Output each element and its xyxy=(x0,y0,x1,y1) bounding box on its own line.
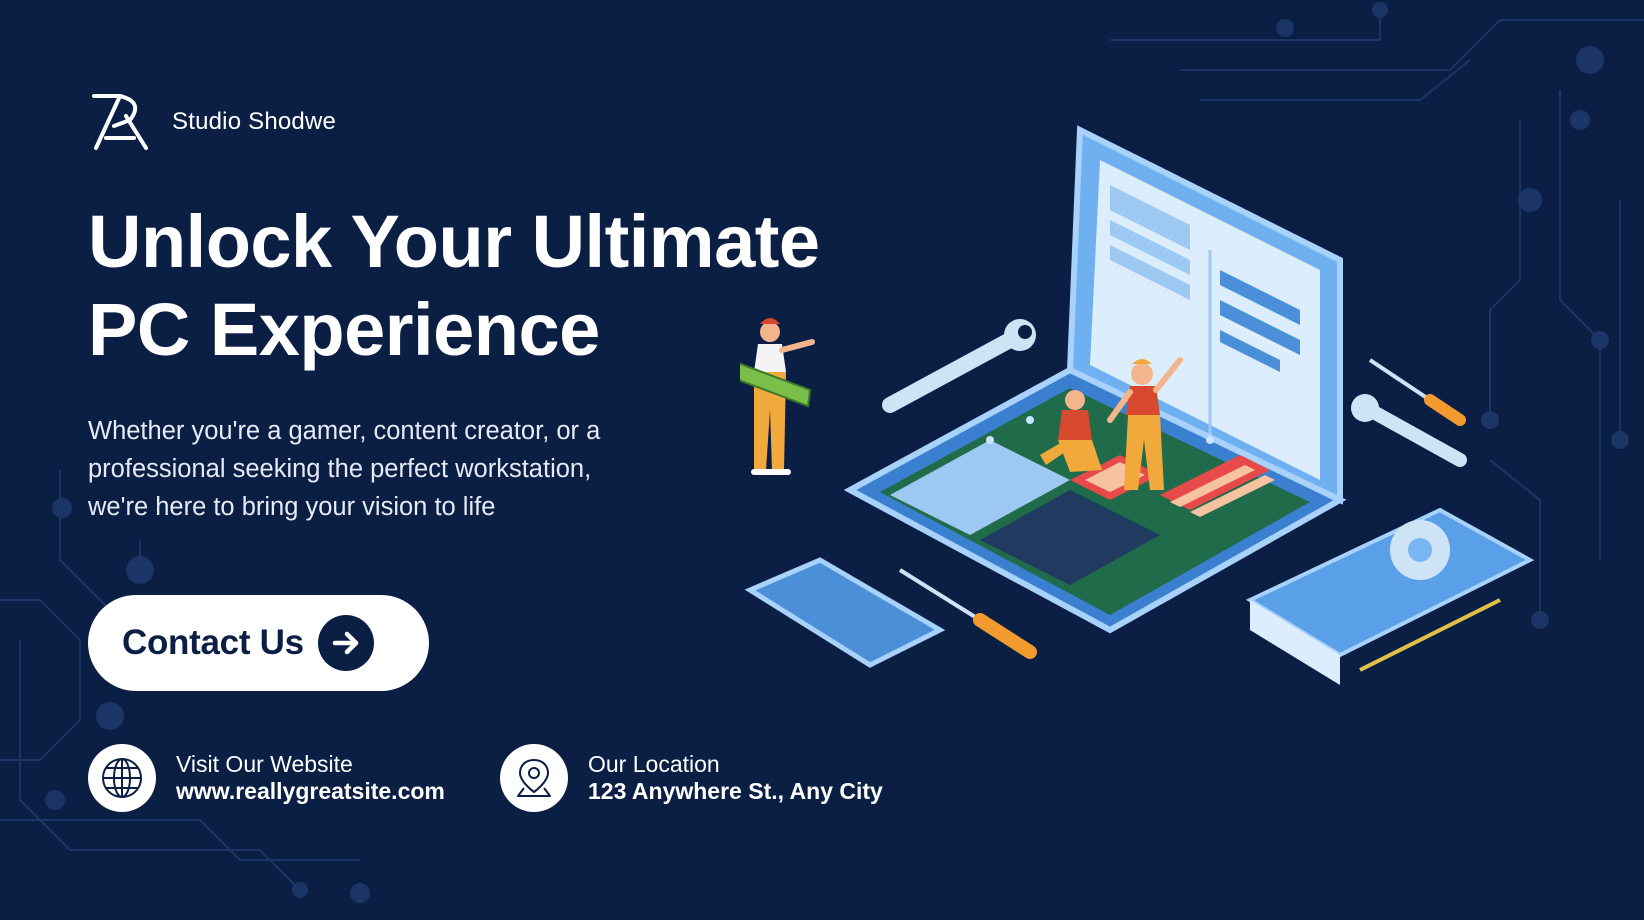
location-pin-icon xyxy=(500,744,568,812)
globe-icon xyxy=(88,744,156,812)
location-info[interactable]: Our Location 123 Anywhere St., Any City xyxy=(500,744,883,812)
location-address: 123 Anywhere St., Any City xyxy=(588,778,883,804)
pc-repair-illustration xyxy=(740,125,1535,685)
brand-name: Studio Shodwe xyxy=(172,108,337,135)
arrow-right-icon xyxy=(317,615,374,671)
brand[interactable]: Studio Shodwe xyxy=(90,92,336,152)
description-line-2: professional seeking the perfect worksta… xyxy=(88,455,592,483)
location-text: Our Location 123 Anywhere St., Any City xyxy=(588,751,883,805)
website-text: Visit Our Website www.reallygreatsite.co… xyxy=(176,751,445,805)
graphics-card-icon xyxy=(1245,507,1535,685)
contact-us-label: Contact Us xyxy=(122,623,304,662)
worker-holding-board xyxy=(740,318,815,475)
description-line-3: we're here to bring your vision to life xyxy=(88,493,496,521)
description: Whether you're a gamer, content creator,… xyxy=(88,412,728,526)
monogram-logo-icon xyxy=(92,94,148,150)
banner-canvas: Studio Shodwe Unlock Your Ultimate PC Ex… xyxy=(0,0,1644,920)
website-info[interactable]: Visit Our Website www.reallygreatsite.co… xyxy=(88,744,445,812)
website-label: Visit Our Website xyxy=(176,751,353,777)
website-url[interactable]: www.reallygreatsite.com xyxy=(176,777,445,805)
location-label: Our Location xyxy=(588,751,720,777)
contact-us-button[interactable]: Contact Us xyxy=(88,595,429,691)
description-line-1: Whether you're a gamer, content creator,… xyxy=(88,417,601,445)
wrench-icon xyxy=(882,319,1036,413)
